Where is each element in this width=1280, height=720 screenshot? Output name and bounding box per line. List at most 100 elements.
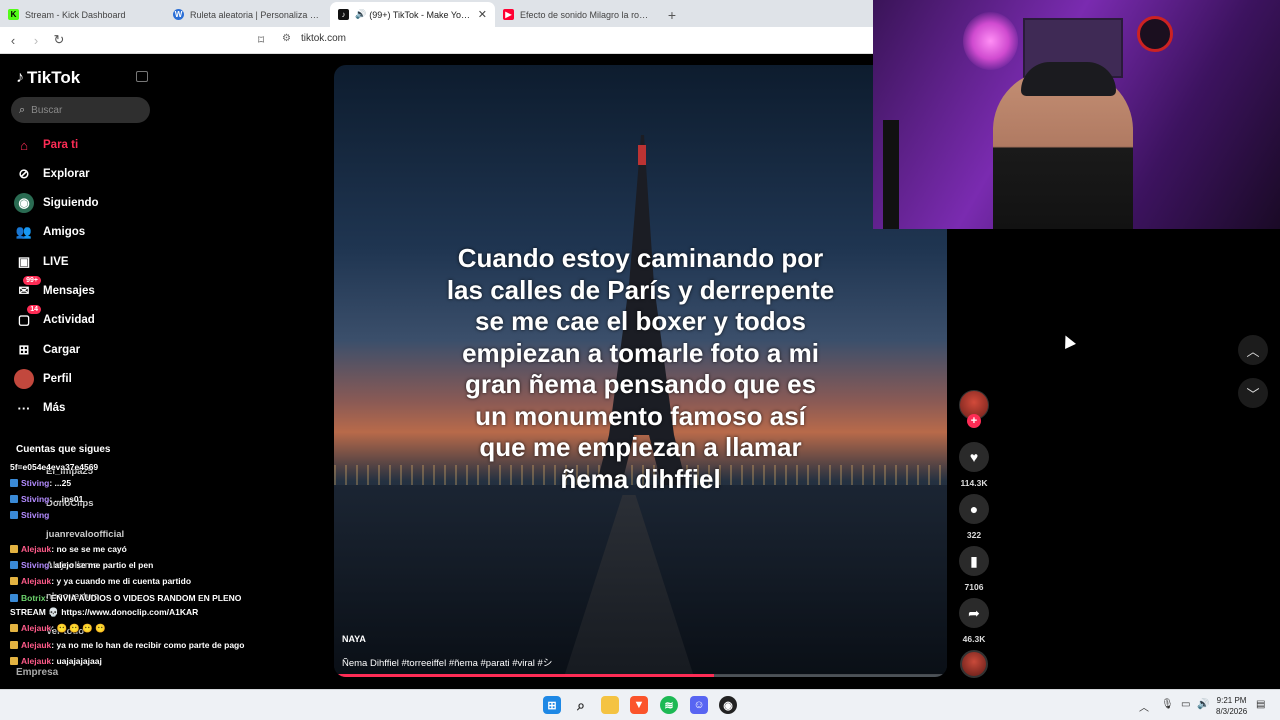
footer-empresa-link[interactable]: Empresa: [16, 667, 58, 678]
kick-icon: K: [8, 9, 19, 20]
search-taskbar-icon[interactable]: ⌕: [572, 696, 590, 714]
file-explorer-icon[interactable]: [601, 696, 619, 714]
heart-icon: ♥: [959, 442, 989, 472]
chat-message: Alejauk: no se se me cayó: [10, 544, 127, 554]
video-author[interactable]: NAYA: [342, 634, 366, 644]
windows-start-icon[interactable]: ⊞: [543, 696, 561, 714]
sidebar-item-live[interactable]: ▣ LIVE: [14, 251, 69, 273]
search-input[interactable]: ⌕ Buscar: [11, 97, 150, 123]
video-progress-fill: [334, 674, 715, 677]
sidebar-item-siguiendo[interactable]: ◉ Siguiendo: [14, 192, 99, 214]
comment-button[interactable]: ● 322: [958, 494, 990, 540]
notification-icon[interactable]: ▤: [1256, 699, 1265, 710]
chat-message: Alejauk: y ya cuando me di cuenta partid…: [10, 576, 191, 586]
sidebar-item-para-ti[interactable]: ⌂ Para ti: [14, 134, 78, 156]
activity-icon: ▢ 14: [14, 305, 41, 330]
caption-line: un monumento famoso así: [475, 400, 806, 431]
tiktok-logo[interactable]: ♪ TikTok: [16, 68, 80, 88]
sidebar-item-label: Perfil: [43, 373, 72, 385]
cap-image: [1021, 62, 1116, 96]
tab-kick-dashboard[interactable]: K Stream - Kick Dashboard: [0, 2, 165, 27]
screen: K Stream - Kick Dashboard W Ruleta aleat…: [0, 0, 1280, 720]
previous-video-button[interactable]: ︿: [1238, 335, 1268, 365]
caption-line: que me empiezan a llamar: [479, 432, 802, 462]
messages-icon: ✉ 99+: [14, 276, 41, 301]
sidebar-item-mas[interactable]: ··· Más: [14, 397, 66, 419]
volume-icon[interactable]: 🔊: [1197, 699, 1209, 710]
messages-badge: 99+: [23, 276, 41, 285]
back-icon[interactable]: ‹: [3, 33, 23, 48]
youtube-icon: ▶: [503, 9, 514, 20]
follow-plus-icon[interactable]: +: [967, 414, 981, 428]
spotify-icon[interactable]: ≋: [660, 696, 678, 714]
sidebar-item-label: Cargar: [43, 344, 81, 356]
chat-message: STREAM 💀 https://www.donoclip.com/A1KAR: [10, 607, 199, 617]
wheel-icon: W: [173, 9, 184, 20]
sidebar-item-mensajes[interactable]: ✉ 99+ Mensajes: [14, 276, 95, 302]
discord-icon[interactable]: ☺: [690, 696, 708, 714]
sidebar-item-amigos[interactable]: 👥 Amigos: [14, 221, 85, 243]
brave-browser-icon[interactable]: ▼: [630, 696, 648, 714]
tab-tiktok[interactable]: ♪ 🔊 (99+) TikTok - Make Your Day ✕: [330, 2, 495, 27]
chat-badge-icon: [10, 577, 18, 585]
sidebar-item-perfil[interactable]: Perfil: [14, 368, 72, 390]
reload-icon[interactable]: ↻: [49, 32, 69, 48]
url-field[interactable]: ⚙ tiktok.com: [282, 33, 346, 44]
caption-line: empiezan a tomarle foto a mi: [462, 337, 819, 368]
like-button[interactable]: ♥ 114.3K: [958, 442, 990, 488]
like-count: 114.3K: [960, 478, 988, 488]
sidebar-item-actividad[interactable]: ▢ 14 Actividad: [14, 305, 95, 331]
tab-title: Efecto de sonido Milagro la rosa de: [520, 9, 652, 20]
sound-avatar[interactable]: [960, 650, 988, 678]
caption-line: Cuando estoy caminando por: [457, 243, 824, 273]
chat-message: Stiving: ...ips01: [10, 494, 83, 504]
tray-chevron-icon[interactable]: ︿: [1139, 699, 1149, 714]
sidebar-item-label: Amigos: [43, 226, 86, 238]
share-icon: ➦: [959, 598, 989, 628]
collapse-sidebar-icon[interactable]: [136, 71, 148, 82]
comment-icon: ●: [959, 494, 989, 524]
bookmark-icon[interactable]: ⌑: [258, 33, 264, 47]
video-progress-bar[interactable]: [334, 674, 947, 677]
more-icon: ···: [17, 400, 31, 416]
video-player[interactable]: Cuando estoy caminando por las calles de…: [334, 65, 947, 677]
close-tab-icon[interactable]: ✕: [478, 8, 487, 21]
live-icon: ▣: [17, 254, 31, 269]
bookmark-icon: ▮: [959, 546, 989, 576]
obs-icon[interactable]: ◉: [719, 696, 737, 714]
tab-title: (99+) TikTok - Make Your Day: [369, 9, 474, 20]
url-text: tiktok.com: [300, 33, 346, 44]
chat-badge-icon: [10, 657, 18, 665]
share-button[interactable]: ➦ 46.3K: [958, 598, 990, 644]
clock-time: 9:21 PM: [1216, 696, 1247, 705]
chat-message: Alejauk: ya no me lo han de recibir como…: [10, 640, 244, 650]
followed-account[interactable]: juanrevaloofficial: [46, 529, 124, 540]
activity-badge: 14: [27, 305, 41, 314]
sidebar-item-label: Siguiendo: [43, 197, 99, 209]
tiktok-icon: ♪: [338, 9, 349, 20]
caption-line: se me cae el boxer y todos: [475, 306, 806, 336]
sidebar-item-explorar[interactable]: ⊘ Explorar: [14, 163, 90, 185]
new-tab-button[interactable]: +: [660, 2, 684, 27]
tab-title: Ruleta aleatoria | Personaliza y gira tu: [190, 9, 322, 20]
video-description[interactable]: Ñema Dihffiel #torreeiffel #ñema #parati…: [342, 655, 552, 669]
tab-ruleta[interactable]: W Ruleta aleatoria | Personaliza y gira …: [165, 2, 330, 27]
site-info-icon[interactable]: ⚙: [282, 33, 291, 44]
next-video-button[interactable]: ﹀: [1238, 378, 1268, 408]
microphone-tray-icon[interactable]: 🎙: [1161, 699, 1174, 710]
sidebar-item-cargar[interactable]: ⊞ Cargar: [14, 339, 81, 361]
clock[interactable]: 9:21 PM 8/3/2026: [1216, 695, 1247, 717]
tab-youtube[interactable]: ▶ Efecto de sonido Milagro la rosa de: [495, 2, 660, 27]
chevron-up-icon: ︿: [1246, 343, 1260, 359]
forward-icon[interactable]: ›: [26, 33, 46, 48]
chat-message: Stiving: alejo se me partio el pen: [10, 560, 153, 570]
microphone-image: [883, 120, 899, 229]
tab-title: Stream - Kick Dashboard: [25, 9, 126, 20]
friends-icon: 👥: [15, 224, 33, 239]
upload-icon: ⊞: [18, 342, 30, 357]
save-button[interactable]: ▮ 7106: [958, 546, 990, 592]
mouse-cursor-icon: [1060, 333, 1076, 349]
network-icon[interactable]: ▭: [1181, 699, 1190, 710]
chat-message: 5f=e054e4eva37e4569: [10, 462, 99, 472]
clock-date: 8/3/2026: [1216, 707, 1248, 716]
